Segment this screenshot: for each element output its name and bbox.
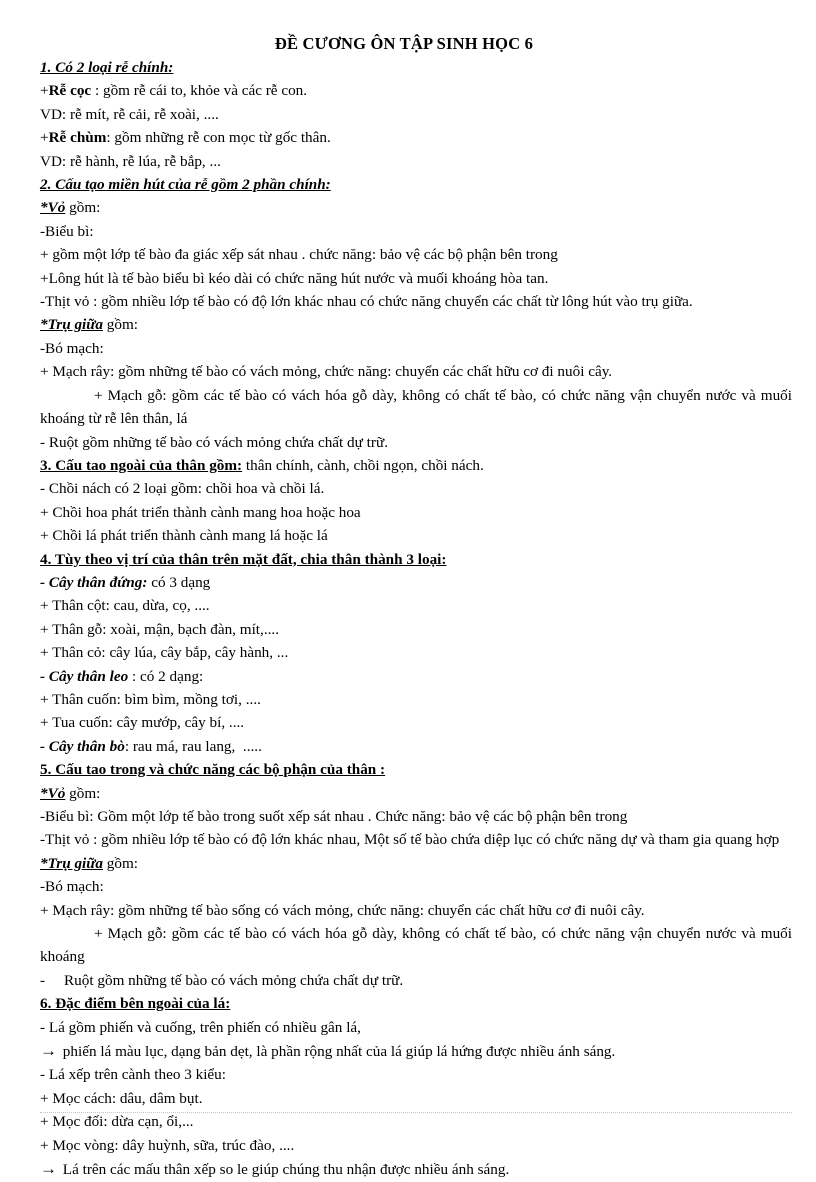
document-page: ĐỀ CƯƠNG ÔN TẬP SINH HỌC 6 1. Có 2 loại … <box>0 0 816 1178</box>
section-6-line-7: → Lá trên các mấu thân xếp so le giúp ch… <box>40 1157 792 1181</box>
section-1-heading: 1. Có 2 loại rễ chính: <box>40 56 792 79</box>
line-text: : gồm những rễ con mọc từ gốc thân. <box>106 129 331 147</box>
section-5-ruot: - Ruột gồm những tế bào có vách mỏng chứ… <box>40 971 404 989</box>
section-5-bo-mach: -Bó mạch: <box>40 878 104 896</box>
section-4-item-1: - Cây thân đứng: có 3 dạng <box>40 571 792 594</box>
page-break-rule <box>40 1112 792 1113</box>
section-4-item-7: + Tua cuốn: cây mướp, cây bí, .... <box>40 714 245 732</box>
section-4-heading: 4. Tùy theo vị trí của thân trên mặt đất… <box>40 548 792 571</box>
section-2-subheading-vo: *Vỏ gồm: <box>40 196 792 219</box>
section-4-item-5: - Cây thân leo : có 2 dạng: <box>40 665 792 688</box>
subheading-tru-giua-rest: gồm: <box>102 316 138 334</box>
section-2-subheading-tru-giua: *Trụ giữa gồm: <box>40 313 792 336</box>
section-2-bieu-bi: -Biểu bì: <box>40 222 94 240</box>
bullet-marker: + <box>40 129 49 147</box>
section-4-item-4: + Thân cỏ: cây lúa, cây bắp, cây hành, .… <box>40 644 289 662</box>
section-heading-text: 4. Tùy theo vị trí của thân trên mặt đất… <box>40 550 447 568</box>
section-1-line-1: +Rễ cọc : gồm rễ cái to, khỏe và các rễ … <box>40 79 792 102</box>
section-5-mach-go: + Mạch gỗ: gồm các tế bào có vách hóa gỗ… <box>40 925 796 966</box>
section-6-line-5: + Mọc đối: dừa cạn, ổi,... <box>40 1113 194 1131</box>
section-heading-text: 5. Cấu tao trong và chức năng các bộ phậ… <box>40 761 386 779</box>
page-title: ĐỀ CƯƠNG ÔN TẬP SINH HỌC 6 <box>274 34 534 53</box>
section-heading-text: 1. Có 2 loại rễ chính: <box>40 59 174 76</box>
section-5-subheading-tru-giua: *Trụ giữa gồm: <box>40 852 792 875</box>
subheading-tru-giua: *Trụ giữa <box>40 316 103 334</box>
arrow-right-icon: → <box>40 1041 57 1061</box>
section-1-line-4: VD: rễ hành, rễ lúa, rễ bắp, ... <box>40 152 221 170</box>
subheading-vo: *Vỏ <box>40 784 66 802</box>
section-2-ruot: - Ruột gồm những tế bào có vách mỏng chứ… <box>40 433 388 451</box>
item-text: : rau má, rau lang, ..... <box>124 737 262 755</box>
section-5-subheading-vo: *Vỏ gồm: <box>40 782 792 805</box>
subheading-vo-rest: gồm: <box>65 199 101 217</box>
subheading-vo-rest: gồm: <box>65 784 101 802</box>
section-3-line-2: + Chồi hoa phát triển thành cành mang ho… <box>40 503 361 521</box>
section-3-line-1: - Chồi nách có 2 loại gồm: chồi hoa và c… <box>40 480 325 498</box>
section-heading-rest: thân chính, cành, chồi ngọn, chồi nách. <box>242 456 484 474</box>
term-cay-than-leo: - Cây thân leo <box>40 667 129 685</box>
term-cay-than-dung: - Cây thân đứng: <box>40 573 148 591</box>
term-re-coc: Rễ cọc <box>48 82 92 100</box>
section-6-line-4: + Mọc cách: dâu, dâm bụt. <box>40 1089 203 1107</box>
section-5-mach-ray: + Mạch rây: gồm những tế bào sống có vác… <box>40 901 645 919</box>
section-4-item-2: + Thân cột: cau, dừa, cọ, .... <box>40 597 210 615</box>
subheading-tru-giua-rest: gồm: <box>102 854 138 872</box>
line-text: Lá trên các mấu thân xếp so le giúp chún… <box>59 1161 510 1179</box>
section-1-line-3: +Rễ chùm: gồm những rễ con mọc từ gốc th… <box>40 126 792 149</box>
arrow-right-icon: → <box>40 1159 57 1179</box>
subheading-vo: *Vỏ <box>40 199 66 217</box>
section-heading-text: 6. Đặc điểm bên ngoài của lá: <box>40 995 231 1013</box>
section-2-bieu-bi-detail-1: + gồm một lớp tế bào đa giác xếp sát nha… <box>40 246 558 264</box>
section-6-line-2: → phiến lá màu lục, dạng bản dẹt, là phầ… <box>40 1039 792 1063</box>
section-5-bieu-bi: -Biểu bì: Gồm một lớp tế bào trong suốt … <box>40 808 628 825</box>
section-4-item-8: - Cây thân bò: rau má, rau lang, ..... <box>40 735 792 758</box>
section-2-bo-mach: -Bó mạch: <box>40 339 104 357</box>
section-heading-text: 2. Cấu tạo miền hút của rễ gồm 2 phần ch… <box>40 176 331 194</box>
term-re-chum: Rễ chùm <box>48 129 107 147</box>
section-6-heading: 6. Đặc điểm bên ngoài của lá: <box>40 992 792 1015</box>
item-text: : có 2 dạng: <box>128 667 204 685</box>
section-3-line-3: + Chồi lá phát triển thành cành mang lá … <box>40 527 328 545</box>
section-2-heading: 2. Cấu tạo miền hút của rễ gồm 2 phần ch… <box>40 173 792 196</box>
subheading-tru-giua: *Trụ giữa <box>40 854 103 872</box>
section-2-thit-vo: -Thịt vỏ : gồm nhiều lớp tế bào có độ lớ… <box>40 293 693 311</box>
section-1-line-2: VD: rễ mít, rễ cải, rễ xoài, .... <box>40 105 219 123</box>
term-cay-than-bo: - Cây thân bò <box>40 737 125 755</box>
line-text: phiến lá màu lục, dạng bản dẹt, là phần … <box>59 1043 616 1061</box>
section-6-line-6: + Mọc vòng: dây huỳnh, sữa, trúc đào, ..… <box>40 1136 295 1154</box>
section-2-bieu-bi-detail-2: +Lông hút là tế bào biểu bì kéo dài có c… <box>40 269 549 287</box>
section-2-mach-ray: + Mạch rây: gồm những tế bào có vách mỏn… <box>40 363 613 381</box>
section-2-mach-go: + Mạch gỗ: gồm các tế bào có vách hóa gỗ… <box>40 386 796 428</box>
bullet-marker: + <box>40 82 49 100</box>
line-text: : gồm rễ cái to, khỏe và các rễ con. <box>91 82 308 100</box>
section-6-line-3: - Lá xếp trên cành theo 3 kiểu: <box>40 1066 226 1084</box>
section-3-heading: 3. Cấu tao ngoài của thân gồm: thân chín… <box>40 454 792 477</box>
section-heading-text: 3. Cấu tao ngoài của thân gồm: <box>40 456 243 474</box>
document-body: 1. Có 2 loại rễ chính: +Rễ cọc : gồm rễ … <box>40 56 792 1182</box>
section-4-item-3: + Thân gỗ: xoài, mận, bạch đàn, mít,.... <box>40 620 280 638</box>
section-5-heading: 5. Cấu tao trong và chức năng các bộ phậ… <box>40 758 792 781</box>
section-4-item-6: + Thân cuốn: bìm bìm, mồng tơi, .... <box>40 690 261 708</box>
section-6-line-1: - Lá gồm phiến và cuống, trên phiến có n… <box>40 1018 361 1036</box>
item-text: có 3 dạng <box>147 573 211 591</box>
section-5-thit-vo: -Thịt vỏ : gồm nhiều lớp tế bào có độ lớ… <box>40 831 780 849</box>
